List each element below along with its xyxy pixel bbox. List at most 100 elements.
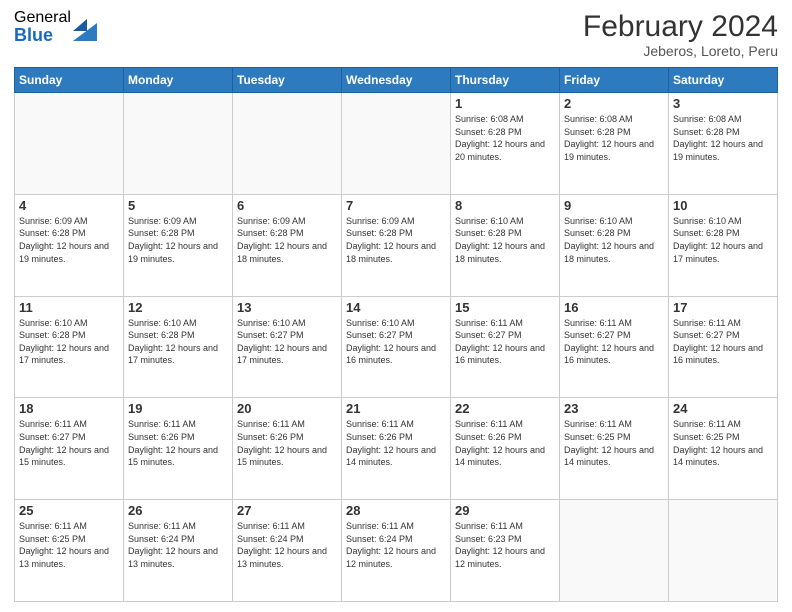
day-number: 15 bbox=[455, 300, 555, 315]
table-row: 28Sunrise: 6:11 AM Sunset: 6:24 PM Dayli… bbox=[342, 500, 451, 602]
day-info: Sunrise: 6:08 AM Sunset: 6:28 PM Dayligh… bbox=[455, 113, 555, 163]
day-info: Sunrise: 6:09 AM Sunset: 6:28 PM Dayligh… bbox=[237, 215, 337, 265]
table-row: 11Sunrise: 6:10 AM Sunset: 6:28 PM Dayli… bbox=[15, 296, 124, 398]
day-number: 3 bbox=[673, 96, 773, 111]
header: General Blue February 2024 Jeberos, Lore… bbox=[14, 10, 778, 59]
table-row: 5 Sunrise: 6:09 AM Sunset: 6:28 PM Daylig… bbox=[124, 194, 233, 296]
day-number: 6 bbox=[237, 198, 337, 213]
table-row: 7 Sunrise: 6:09 AM Sunset: 6:28 PM Daylig… bbox=[342, 194, 451, 296]
table-row: 20 Sunrise: 6:11 AM Sunset: 6:26 PM Dayli… bbox=[233, 398, 342, 500]
day-number: 21 bbox=[346, 401, 446, 416]
logo-icon bbox=[73, 13, 97, 41]
table-row: 19 Sunrise: 6:11 AM Sunset: 6:26 PM Dayli… bbox=[124, 398, 233, 500]
day-info: Sunrise: 6:11 AM Sunset: 6:26 PM Dayligh… bbox=[455, 418, 555, 468]
day-info: Sunrise: 6:11 AM Sunset: 6:24 PM Dayligh… bbox=[128, 520, 228, 570]
table-row bbox=[124, 93, 233, 195]
page: General Blue February 2024 Jeberos, Lore… bbox=[0, 0, 792, 612]
table-row: 27Sunrise: 6:11 AM Sunset: 6:24 PM Dayli… bbox=[233, 500, 342, 602]
day-number: 26 bbox=[128, 503, 228, 518]
table-row: 21 Sunrise: 6:11 AM Sunset: 6:26 PM Dayli… bbox=[342, 398, 451, 500]
location: Jeberos, Loreto, Peru bbox=[583, 43, 778, 59]
day-info: Sunrise: 6:08 AM Sunset: 6:28 PM Dayligh… bbox=[673, 113, 773, 163]
day-number: 23 bbox=[564, 401, 664, 416]
table-row bbox=[342, 93, 451, 195]
header-tuesday: Tuesday bbox=[233, 68, 342, 93]
table-row: 17 Sunrise: 6:11 AM Sunset: 6:27 PM Dayli… bbox=[669, 296, 778, 398]
table-row bbox=[669, 500, 778, 602]
table-row: 4 Sunrise: 6:09 AM Sunset: 6:28 PM Daylig… bbox=[15, 194, 124, 296]
day-info: Sunrise: 6:10 AM Sunset: 6:28 PM Dayligh… bbox=[128, 317, 228, 367]
day-info: Sunrise: 6:11 AM Sunset: 6:26 PM Dayligh… bbox=[346, 418, 446, 468]
day-info: Sunrise: 6:11 AM Sunset: 6:25 PM Dayligh… bbox=[19, 520, 119, 570]
day-number: 2 bbox=[564, 96, 664, 111]
day-info: Sunrise: 6:08 AM Sunset: 6:28 PM Dayligh… bbox=[564, 113, 664, 163]
day-number: 18 bbox=[19, 401, 119, 416]
calendar-body: 1Sunrise: 6:08 AM Sunset: 6:28 PM Daylig… bbox=[15, 93, 778, 602]
day-number: 5 bbox=[128, 198, 228, 213]
table-row bbox=[15, 93, 124, 195]
header-saturday: Saturday bbox=[669, 68, 778, 93]
day-info: Sunrise: 6:09 AM Sunset: 6:28 PM Dayligh… bbox=[128, 215, 228, 265]
calendar-table: Sunday Monday Tuesday Wednesday Thursday… bbox=[14, 67, 778, 602]
logo-blue: Blue bbox=[14, 26, 71, 44]
day-number: 24 bbox=[673, 401, 773, 416]
day-number: 14 bbox=[346, 300, 446, 315]
day-info: Sunrise: 6:11 AM Sunset: 6:24 PM Dayligh… bbox=[237, 520, 337, 570]
table-row: 18Sunrise: 6:11 AM Sunset: 6:27 PM Dayli… bbox=[15, 398, 124, 500]
header-monday: Monday bbox=[124, 68, 233, 93]
day-number: 19 bbox=[128, 401, 228, 416]
day-info: Sunrise: 6:10 AM Sunset: 6:27 PM Dayligh… bbox=[237, 317, 337, 367]
table-row: 3 Sunrise: 6:08 AM Sunset: 6:28 PM Daylig… bbox=[669, 93, 778, 195]
day-info: Sunrise: 6:09 AM Sunset: 6:28 PM Dayligh… bbox=[19, 215, 119, 265]
table-row: 1Sunrise: 6:08 AM Sunset: 6:28 PM Daylig… bbox=[451, 93, 560, 195]
day-number: 9 bbox=[564, 198, 664, 213]
table-row: 16Sunrise: 6:11 AM Sunset: 6:27 PM Dayli… bbox=[560, 296, 669, 398]
day-info: Sunrise: 6:10 AM Sunset: 6:28 PM Dayligh… bbox=[673, 215, 773, 265]
day-number: 4 bbox=[19, 198, 119, 213]
title-section: February 2024 Jeberos, Loreto, Peru bbox=[583, 10, 778, 59]
table-row: 15Sunrise: 6:11 AM Sunset: 6:27 PM Dayli… bbox=[451, 296, 560, 398]
day-number: 10 bbox=[673, 198, 773, 213]
day-number: 28 bbox=[346, 503, 446, 518]
table-row: 29Sunrise: 6:11 AM Sunset: 6:23 PM Dayli… bbox=[451, 500, 560, 602]
table-row: 22 Sunrise: 6:11 AM Sunset: 6:26 PM Dayli… bbox=[451, 398, 560, 500]
day-info: Sunrise: 6:11 AM Sunset: 6:23 PM Dayligh… bbox=[455, 520, 555, 570]
day-info: Sunrise: 6:10 AM Sunset: 6:28 PM Dayligh… bbox=[455, 215, 555, 265]
day-number: 11 bbox=[19, 300, 119, 315]
table-row: 10 Sunrise: 6:10 AM Sunset: 6:28 PM Dayli… bbox=[669, 194, 778, 296]
day-number: 13 bbox=[237, 300, 337, 315]
table-row: 25 Sunrise: 6:11 AM Sunset: 6:25 PM Dayli… bbox=[15, 500, 124, 602]
header-thursday: Thursday bbox=[451, 68, 560, 93]
day-info: Sunrise: 6:11 AM Sunset: 6:25 PM Dayligh… bbox=[564, 418, 664, 468]
day-info: Sunrise: 6:10 AM Sunset: 6:27 PM Dayligh… bbox=[346, 317, 446, 367]
day-number: 16 bbox=[564, 300, 664, 315]
day-number: 8 bbox=[455, 198, 555, 213]
table-row: 23 Sunrise: 6:11 AM Sunset: 6:25 PM Dayli… bbox=[560, 398, 669, 500]
table-row: 6 Sunrise: 6:09 AM Sunset: 6:28 PM Daylig… bbox=[233, 194, 342, 296]
table-row: 9 Sunrise: 6:10 AM Sunset: 6:28 PM Daylig… bbox=[560, 194, 669, 296]
table-row: 2 Sunrise: 6:08 AM Sunset: 6:28 PM Daylig… bbox=[560, 93, 669, 195]
header-friday: Friday bbox=[560, 68, 669, 93]
logo-general: General bbox=[14, 10, 71, 26]
day-info: Sunrise: 6:11 AM Sunset: 6:26 PM Dayligh… bbox=[128, 418, 228, 468]
day-info: Sunrise: 6:10 AM Sunset: 6:28 PM Dayligh… bbox=[564, 215, 664, 265]
day-info: Sunrise: 6:11 AM Sunset: 6:26 PM Dayligh… bbox=[237, 418, 337, 468]
day-info: Sunrise: 6:09 AM Sunset: 6:28 PM Dayligh… bbox=[346, 215, 446, 265]
day-number: 7 bbox=[346, 198, 446, 213]
table-row: 26 Sunrise: 6:11 AM Sunset: 6:24 PM Dayli… bbox=[124, 500, 233, 602]
logo: General Blue bbox=[14, 10, 97, 44]
table-row: 13 Sunrise: 6:10 AM Sunset: 6:27 PM Dayli… bbox=[233, 296, 342, 398]
day-number: 17 bbox=[673, 300, 773, 315]
day-number: 25 bbox=[19, 503, 119, 518]
table-row: 8 Sunrise: 6:10 AM Sunset: 6:28 PM Daylig… bbox=[451, 194, 560, 296]
day-info: Sunrise: 6:11 AM Sunset: 6:25 PM Dayligh… bbox=[673, 418, 773, 468]
day-number: 12 bbox=[128, 300, 228, 315]
calendar-header: Sunday Monday Tuesday Wednesday Thursday… bbox=[15, 68, 778, 93]
header-sunday: Sunday bbox=[15, 68, 124, 93]
day-number: 20 bbox=[237, 401, 337, 416]
month-title: February 2024 bbox=[583, 10, 778, 43]
day-number: 22 bbox=[455, 401, 555, 416]
logo-text: General Blue bbox=[14, 10, 71, 44]
header-wednesday: Wednesday bbox=[342, 68, 451, 93]
day-info: Sunrise: 6:11 AM Sunset: 6:27 PM Dayligh… bbox=[673, 317, 773, 367]
